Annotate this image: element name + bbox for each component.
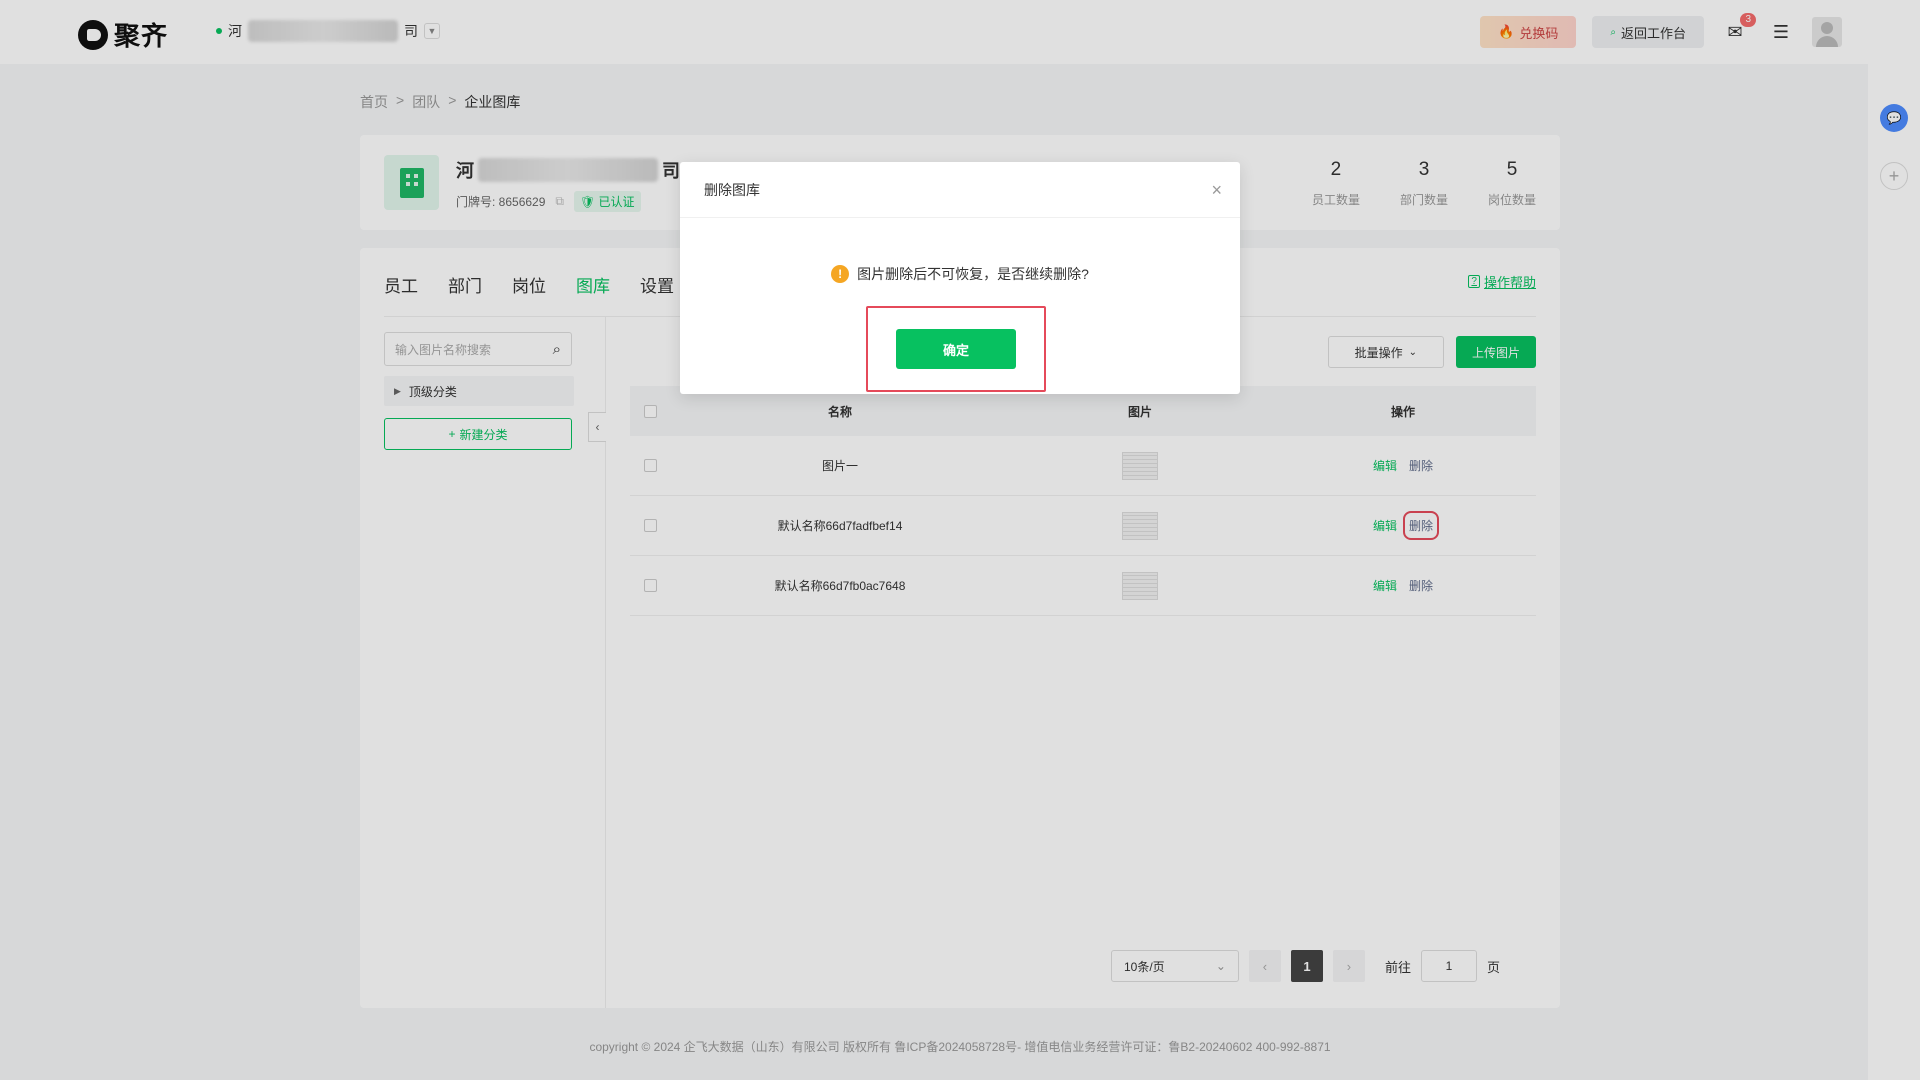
dialog-header: 删除图库 × [680, 162, 1240, 218]
confirm-highlight: 确定 [866, 306, 1046, 392]
confirm-button[interactable]: 确定 [896, 329, 1016, 369]
warning-icon: ! [831, 265, 850, 283]
delete-gallery-dialog: 删除图库 × ! 图片删除后不可恢复，是否继续删除? 确定 [680, 162, 1240, 394]
dialog-message: ! 图片删除后不可恢复，是否继续删除? [680, 264, 1240, 284]
dialog-title: 删除图库 [704, 181, 760, 198]
close-icon[interactable]: × [1211, 180, 1222, 201]
